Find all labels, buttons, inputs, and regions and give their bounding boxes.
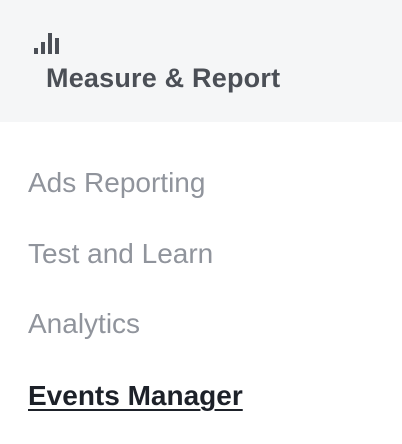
bar-chart-icon xyxy=(34,30,62,54)
menu-item-analytics[interactable]: Analytics xyxy=(28,308,140,340)
menu-item-test-and-learn[interactable]: Test and Learn xyxy=(28,238,213,270)
menu-item-events-manager[interactable]: Events Manager xyxy=(28,380,243,412)
measure-report-menu: Measure & Report Ads Reporting Test and … xyxy=(0,0,402,444)
menu-item-ads-reporting[interactable]: Ads Reporting xyxy=(28,167,205,199)
menu-section-title: Measure & Report xyxy=(46,63,281,93)
menu-header: Measure & Report xyxy=(0,0,402,122)
